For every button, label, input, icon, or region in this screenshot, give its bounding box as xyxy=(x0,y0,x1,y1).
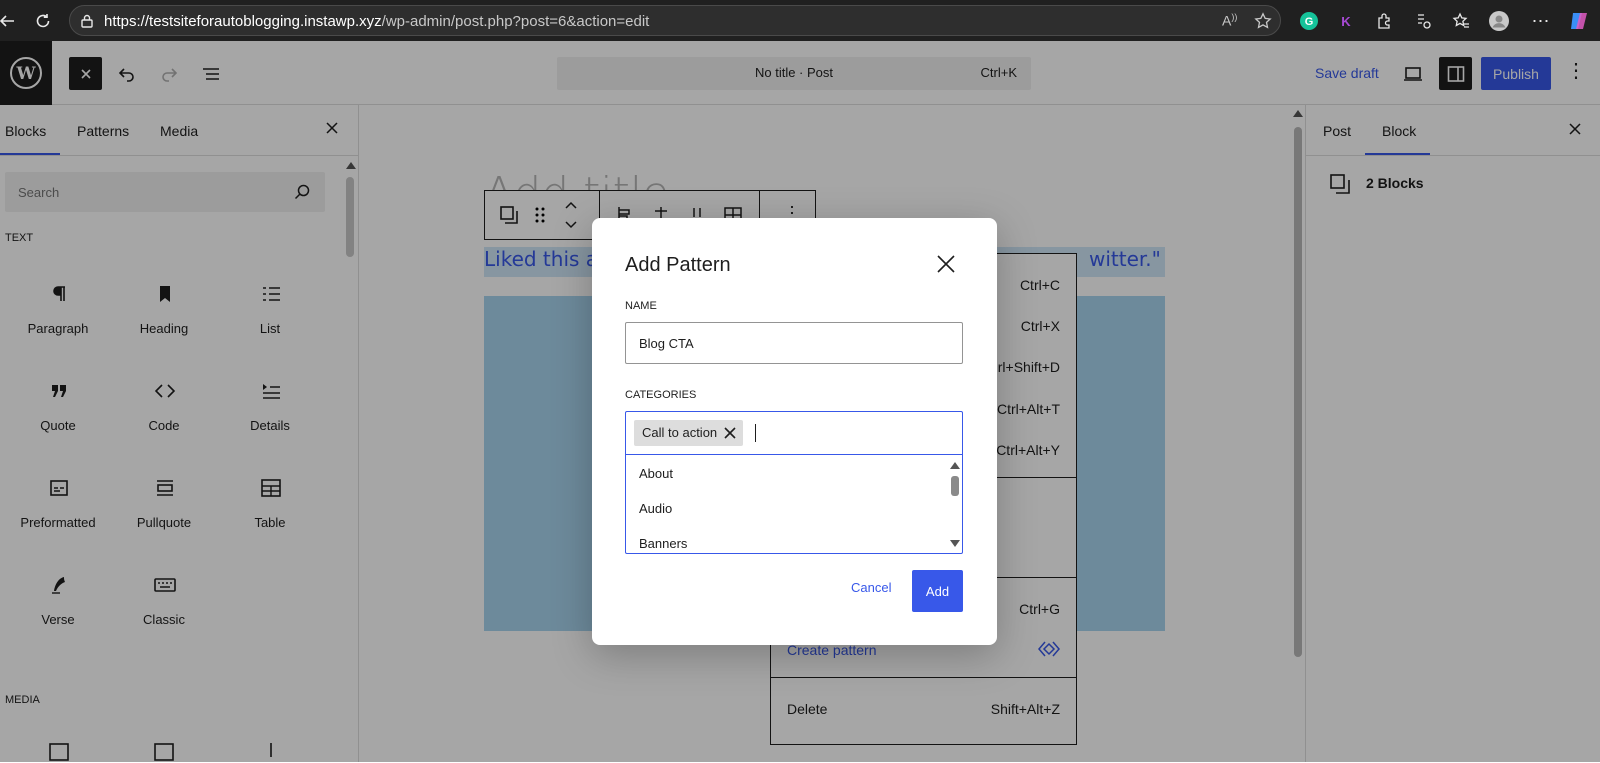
scroll-up-arrow[interactable] xyxy=(950,462,960,469)
back-icon[interactable] xyxy=(0,8,20,34)
suggestion-option[interactable]: Audio xyxy=(639,501,672,516)
add-pattern-dialog: Add Pattern NAME CATEGORIES Call to acti… xyxy=(592,218,997,645)
address-bar[interactable]: https://testsiteforautoblogging.instawp.… xyxy=(69,5,1281,36)
lock-icon xyxy=(80,14,94,28)
extensions-puzzle-icon[interactable] xyxy=(1372,8,1398,34)
svg-text:G: G xyxy=(1305,16,1314,28)
category-token: Call to action xyxy=(634,420,744,446)
dialog-title: Add Pattern xyxy=(625,254,731,276)
extension-k-icon[interactable]: K xyxy=(1333,8,1359,34)
scroll-thumb[interactable] xyxy=(951,476,959,496)
categories-label: CATEGORIES xyxy=(625,389,697,401)
svg-text:K: K xyxy=(1341,14,1351,29)
favorite-star-icon[interactable] xyxy=(1254,12,1272,30)
cancel-button[interactable]: Cancel xyxy=(851,580,891,595)
copilot-icon[interactable] xyxy=(1566,8,1592,34)
refresh-icon[interactable] xyxy=(30,8,56,34)
read-aloud-icon[interactable]: A)) xyxy=(1222,12,1237,29)
pattern-name-input[interactable] xyxy=(625,322,963,364)
suggestion-divider xyxy=(626,454,962,455)
suggestion-option[interactable]: Banners xyxy=(639,536,687,551)
favorites-icon[interactable] xyxy=(1448,8,1474,34)
token-label: Call to action xyxy=(642,425,718,440)
text-caret xyxy=(755,424,756,442)
scroll-down-arrow[interactable] xyxy=(950,540,960,547)
close-dialog-button[interactable] xyxy=(934,252,958,276)
profile-avatar-icon[interactable] xyxy=(1486,8,1512,34)
close-icon xyxy=(937,255,955,273)
categories-token-field[interactable]: Call to action About Audio Banners xyxy=(625,411,963,554)
add-button[interactable]: Add xyxy=(912,570,963,612)
name-label: NAME xyxy=(625,300,657,312)
suggestion-option[interactable]: About xyxy=(639,466,673,481)
url-text: https://testsiteforautoblogging.instawp.… xyxy=(104,13,650,30)
browser-toolbar: https://testsiteforautoblogging.instawp.… xyxy=(0,0,1600,41)
suggestions-scrollbar[interactable] xyxy=(949,460,961,550)
media-control-icon[interactable] xyxy=(1410,8,1436,34)
more-options-icon[interactable]: ⋯ xyxy=(1528,8,1554,34)
grammarly-icon[interactable]: G xyxy=(1296,8,1322,34)
remove-token-icon[interactable] xyxy=(723,426,737,440)
